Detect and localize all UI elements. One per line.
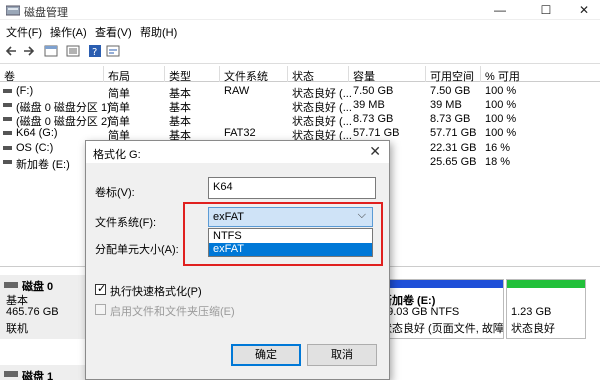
- drive-icon: [3, 103, 12, 107]
- menu-view[interactable]: 查看(V): [95, 24, 132, 40]
- drive-icon: [3, 89, 12, 93]
- col-status[interactable]: 状态: [292, 68, 314, 84]
- cancel-button[interactable]: 取消: [307, 344, 377, 366]
- col-free-space[interactable]: 可用空间: [430, 68, 474, 84]
- volume-row[interactable]: K64 (G:) 简单 基本 FAT32 状态良好 (... 57.71 GB …: [0, 126, 600, 142]
- list-view-icon[interactable]: [66, 44, 80, 58]
- col-capacity[interactable]: 容量: [353, 68, 375, 84]
- back-arrow-icon[interactable]: [4, 44, 18, 58]
- properties-icon[interactable]: [106, 44, 120, 58]
- partition-bar: [507, 280, 585, 288]
- dialog-title: 格式化 G:: [93, 149, 141, 161]
- col-layout[interactable]: 布局: [108, 68, 130, 84]
- volume-label-label: 卷标(V):: [95, 187, 135, 199]
- file-system-label: 文件系统(F):: [95, 217, 157, 229]
- drive-icon: [3, 117, 12, 121]
- compression-label: 启用文件和文件夹压缩(E): [110, 306, 235, 318]
- minimize-button[interactable]: —: [486, 0, 514, 20]
- partition-unlabeled[interactable]: 1.23 GB 状态良好: [506, 279, 586, 339]
- disk-icon: [4, 282, 18, 288]
- title-bar: 磁盘管理 — ☐ ✕: [0, 0, 600, 20]
- allocation-unit-label: 分配单元大小(A):: [95, 244, 179, 256]
- disk0-label[interactable]: 磁盘 0 基本 465.76 GB 联机: [0, 275, 86, 339]
- format-dialog: 格式化 G: ✕ 卷标(V): K64 文件系统(F): exFAT ⌵ NTF…: [85, 140, 390, 380]
- disk1-label[interactable]: 磁盘 1: [0, 365, 86, 380]
- ok-button[interactable]: 确定: [231, 344, 301, 366]
- toolbar: ?: [0, 40, 600, 64]
- disk-management-app-icon: [6, 5, 20, 16]
- checkmark-icon: ✓: [97, 283, 107, 295]
- volume-row[interactable]: (磁盘 0 磁盘分区 2) 简单 基本 状态良好 (... 8.73 GB 8.…: [0, 112, 600, 128]
- volume-row[interactable]: (磁盘 0 磁盘分区 1) 简单 基本 状态良好 (... 39 MB 39 M…: [0, 98, 600, 114]
- col-volume[interactable]: 卷: [4, 68, 15, 84]
- dialog-title-bar: 格式化 G: ✕: [86, 141, 389, 163]
- menu-action[interactable]: 操作(A): [50, 24, 87, 40]
- console-icon[interactable]: [44, 44, 58, 58]
- col-percent-free[interactable]: % 可用: [485, 68, 520, 84]
- svg-text:?: ?: [92, 47, 97, 58]
- quick-format-label: 执行快速格式化(P): [110, 286, 202, 298]
- volume-list-header: 卷 布局 类型 文件系统 状态 容量 可用空间 % 可用: [0, 66, 600, 84]
- dialog-close-button[interactable]: ✕: [369, 143, 381, 160]
- forward-arrow-icon[interactable]: [22, 44, 36, 58]
- drive-icon: [3, 160, 12, 164]
- drive-icon: [3, 131, 12, 135]
- menu-help[interactable]: 帮助(H): [140, 24, 177, 40]
- disk-icon: [4, 371, 18, 377]
- quick-format-checkbox[interactable]: ✓: [95, 283, 107, 295]
- partition-bar: [377, 280, 503, 288]
- volume-label-input[interactable]: K64: [208, 177, 376, 199]
- compression-checkbox[interactable]: [95, 304, 106, 315]
- maximize-button[interactable]: ☐: [532, 0, 560, 20]
- col-type[interactable]: 类型: [169, 68, 191, 84]
- window-title: 磁盘管理: [24, 7, 68, 19]
- close-button[interactable]: ✕: [570, 0, 598, 20]
- col-filesystem[interactable]: 文件系统: [224, 68, 268, 84]
- help-icon[interactable]: ?: [88, 44, 102, 58]
- partition-e[interactable]: 新加卷 (E:) 19.03 GB NTFS 状态良好 (页面文件, 故障转储,…: [376, 279, 504, 339]
- drive-icon: [3, 146, 12, 150]
- menu-file[interactable]: 文件(F): [6, 24, 42, 40]
- volume-row[interactable]: (F:) 简单 基本 RAW 状态良好 (... 7.50 GB 7.50 GB…: [0, 84, 600, 100]
- highlight-box: [183, 202, 383, 266]
- menu-bar: 文件(F) 操作(A) 查看(V) 帮助(H): [0, 20, 600, 40]
